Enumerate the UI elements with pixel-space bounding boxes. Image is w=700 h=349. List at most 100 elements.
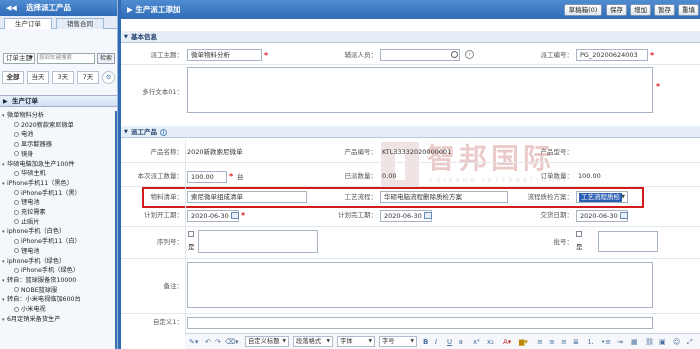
tree-label: iPhone手机（绿色） [21, 267, 80, 275]
bullet-list-icon[interactable]: •≡ [601, 337, 611, 347]
info-icon[interactable]: i [160, 129, 167, 136]
tree-leaf[interactable]: 止晤片 [14, 218, 40, 227]
tree-leaf[interactable]: 显示靛器器 [14, 140, 52, 149]
emoji-icon[interactable]: ☺ [673, 337, 680, 347]
tree-node[interactable]: ▾ iphone手机（绿色） [2, 257, 65, 266]
font-dropdown[interactable]: 字体 ▼ [337, 336, 375, 347]
tree-leaf[interactable]: 充拉需素 [14, 208, 46, 217]
tree-node[interactable]: ▾ 微单物料分析 [2, 111, 44, 120]
rich-editor-toolbar: ✎▾ ↶ ↷ ⌫ ▾ 自定义标题 ▼ 段落格式 ▼ 字体 ▼ 字号 ▼ B I U ꞩ … [185, 333, 700, 349]
redo-icon[interactable]: ↷ [215, 337, 221, 347]
tree-leaf[interactable]: 锂电池 [14, 247, 40, 256]
collapse-icon: ▼ [124, 129, 128, 135]
tree-label: 止晤片 [21, 218, 40, 226]
tree-leaf[interactable]: 电池 [14, 130, 33, 139]
custom1-input[interactable] [187, 317, 653, 329]
filter-all[interactable]: 全部 [2, 71, 24, 84]
fullscreen-icon[interactable]: ⤢ [687, 337, 693, 347]
align-right-icon[interactable]: ≡ [561, 337, 567, 347]
tree-leaf[interactable]: 锂电池 [14, 198, 40, 207]
tree-leaf[interactable]: NOBE篮球服 [14, 286, 57, 295]
undo-icon[interactable]: ↶ [205, 337, 211, 347]
product-header[interactable]: ▼ 派工产品 i [121, 126, 700, 138]
serial-checkbox[interactable] [188, 231, 194, 237]
align-center-icon[interactable]: ≡ [549, 337, 555, 347]
temp-save-button[interactable]: 暂存 [654, 4, 675, 16]
column-divider [185, 140, 186, 349]
required-mark: * [229, 172, 234, 181]
magic-wand-icon[interactable]: ✎▾ [189, 337, 198, 347]
filter-7days[interactable]: 7天 [77, 71, 99, 84]
radio-icon [14, 238, 19, 244]
tree-section-header[interactable]: ▶ 生产订单 [0, 95, 117, 107]
helper-input[interactable] [380, 49, 460, 61]
tree-node[interactable]: ▾ iPhone手机11（黑色） [2, 179, 73, 188]
reset-button[interactable]: 重填 [678, 4, 699, 16]
calendar-icon[interactable] [620, 212, 628, 219]
settings-icon[interactable]: ⚙ [102, 71, 115, 84]
clear-format-icon[interactable]: ⌫ [225, 337, 235, 347]
paint-icon[interactable]: ▾ [235, 337, 239, 347]
tab-production-order[interactable]: 生产订单 [4, 18, 52, 29]
tree-label: iPhone手机11（黑） [21, 189, 81, 197]
underline-icon[interactable]: U [447, 337, 452, 347]
table-icon[interactable]: ▦ [631, 337, 638, 347]
tree-leaf[interactable]: iPhone手机（绿色） [14, 266, 79, 275]
font-color-icon[interactable]: A▾ [503, 337, 511, 347]
highlight-color-icon[interactable]: ▆▾ [519, 337, 528, 347]
heading-dropdown[interactable]: 自定义标题 ▼ [245, 336, 289, 347]
link-icon[interactable]: ⛓ [645, 337, 654, 347]
tree-node[interactable]: ▾ 转自：篮球服备货10000 [2, 276, 76, 285]
superscript-icon[interactable]: x² [473, 337, 480, 347]
justify-icon[interactable]: ≣ [573, 337, 579, 347]
bold-icon[interactable]: B [423, 337, 428, 347]
tree-leaf[interactable]: 镜身 [14, 150, 33, 159]
tree-leaf[interactable]: 华硕主机 [14, 169, 46, 178]
number-input[interactable]: PG_20200624003 [576, 49, 648, 61]
tree-label: iphone手机（白色） [7, 228, 66, 236]
search-icon[interactable] [451, 51, 458, 58]
search-button[interactable]: 检索 [97, 53, 115, 64]
filter-3days[interactable]: 3天 [52, 71, 74, 84]
tree-node[interactable]: ▾ iphone手机（白色） [2, 227, 65, 236]
ordered-list-icon[interactable]: ⒈ [587, 337, 594, 347]
subject-input[interactable]: 微单物料分析 [187, 49, 262, 61]
left-scrollbar[interactable] [115, 111, 117, 349]
strikethrough-icon[interactable]: ꞩ [459, 337, 463, 347]
align-left-icon[interactable]: ≡ [537, 337, 543, 347]
batch-checkbox[interactable] [576, 231, 582, 237]
font-size-dropdown[interactable]: 字号 ▼ [379, 336, 417, 347]
tree-node[interactable]: ▾ 转自：小米电视临加600台 [2, 295, 81, 304]
tree-label: NOBE篮球服 [21, 286, 58, 294]
search-input[interactable]: 按回车键搜索 [37, 53, 95, 64]
remark-textarea[interactable] [187, 262, 653, 308]
tab-sales-contract[interactable]: 销售合同 [56, 18, 104, 29]
paragraph-dropdown[interactable]: 段落格式 ▼ [293, 336, 333, 347]
search-field-select[interactable]: 订单主题 ▼ [3, 53, 35, 64]
tree-node[interactable]: ▾ 华硕电脑加急生产100件 [2, 160, 75, 169]
tree-label: 锂电池 [21, 247, 40, 255]
batch-textarea[interactable] [598, 231, 658, 252]
tree-node[interactable]: ▾ 6月定销采备货生产 [2, 315, 60, 324]
tree-leaf[interactable]: iPhone手机11（黑） [14, 189, 81, 198]
calendar-icon[interactable] [231, 212, 239, 219]
tree-leaf[interactable]: 小米电视 [14, 305, 46, 314]
add-button[interactable]: 增加 [630, 4, 651, 16]
subscript-icon[interactable]: x₂ [487, 337, 494, 347]
indent-icon[interactable]: ⇥ [617, 337, 623, 347]
basic-info-header[interactable]: ▼ 基本信息 [121, 31, 700, 43]
dispatch-qty-input[interactable]: 100.00 [187, 171, 227, 183]
italic-icon[interactable]: I [435, 337, 437, 347]
back-icon[interactable]: ‹ [465, 50, 474, 59]
save-button[interactable]: 保存 [606, 4, 627, 16]
multiline-textarea[interactable] [187, 67, 653, 113]
serial-textarea[interactable] [198, 230, 318, 253]
tree-leaf[interactable]: iPhone手机11（白） [14, 237, 81, 246]
tree-leaf[interactable]: 2020新款索尼微单 [14, 121, 74, 130]
image-icon[interactable]: ▣ [659, 337, 666, 347]
drafts-button[interactable]: 草稿箱(0) [564, 4, 602, 16]
radio-icon [14, 267, 19, 273]
filter-today[interactable]: 当天 [27, 71, 49, 84]
collapse-left-icon[interactable]: ◀◀ [6, 0, 17, 16]
calendar-icon[interactable] [424, 212, 432, 219]
